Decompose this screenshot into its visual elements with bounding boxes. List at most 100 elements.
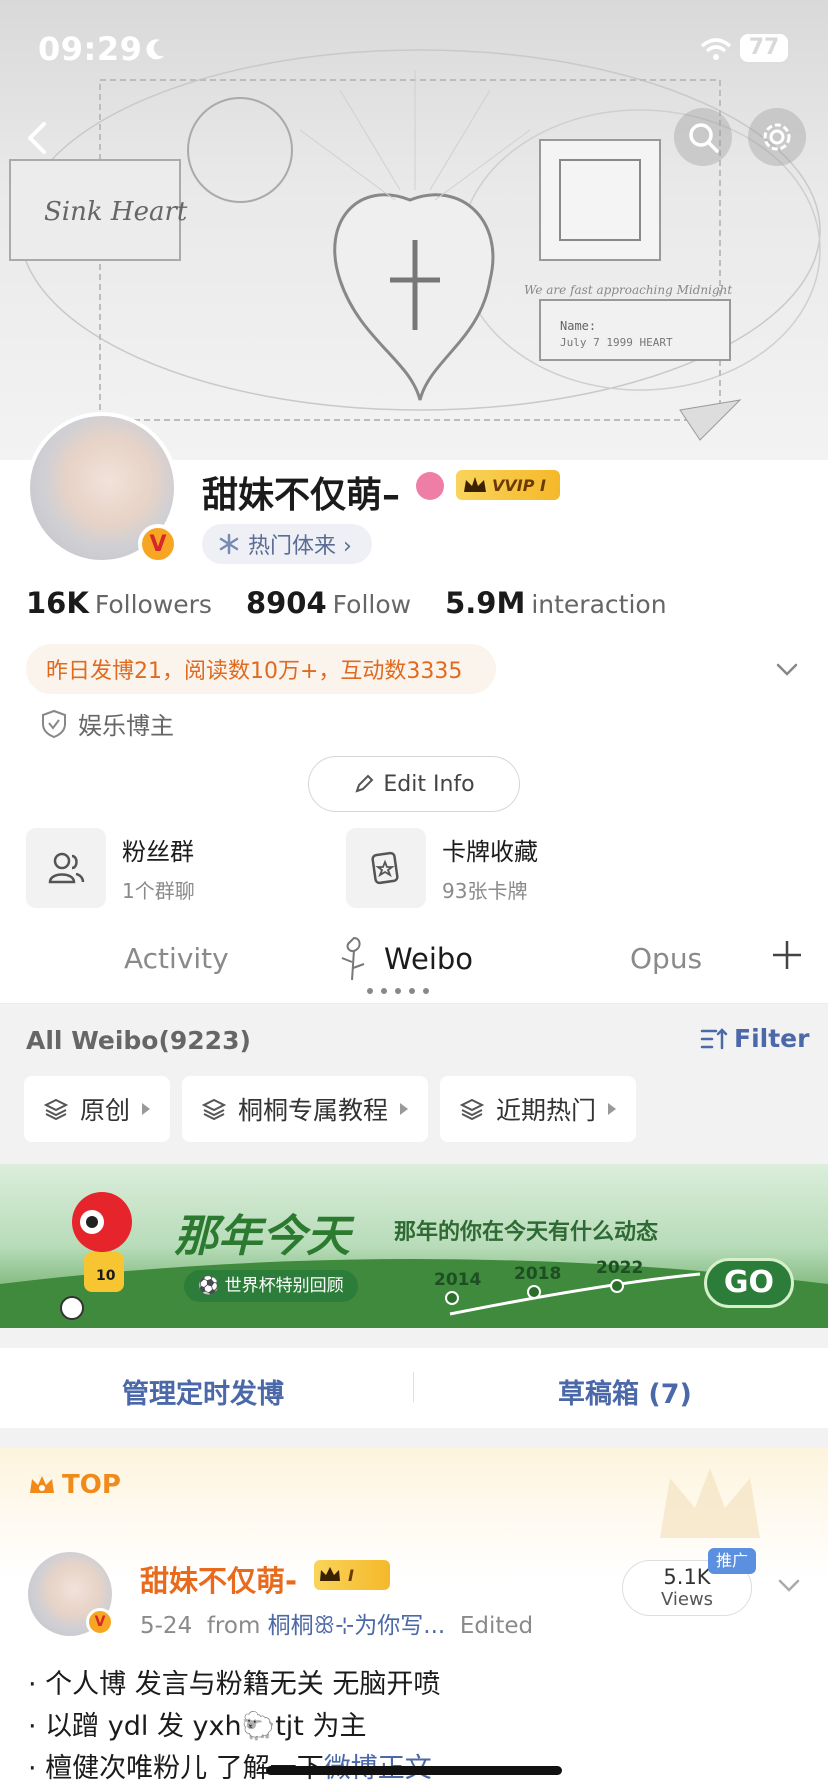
tab-activity[interactable]: Activity: [124, 942, 229, 975]
filter-button[interactable]: Filter: [700, 1024, 809, 1053]
author-vip-level: I: [348, 1565, 354, 1585]
stat-followers[interactable]: 16K Followers: [26, 586, 212, 620]
certification-label: 娱乐博主: [78, 712, 174, 740]
profile-stats: 16K Followers 8904 Follow 5.9M interaction: [26, 586, 667, 620]
card-collection-tile[interactable]: 卡牌收藏 93张卡牌: [346, 828, 606, 908]
hot-pill[interactable]: 热门体来 ›: [202, 524, 372, 564]
pinned-label-text: TOP: [62, 1470, 121, 1500]
tab-weibo[interactable]: Weibo: [384, 942, 473, 976]
snowflake-icon: [219, 533, 239, 555]
activity-summary[interactable]: 昨日发博21，阅读数10万+，互动数3335: [26, 644, 496, 694]
svg-text:Sink Heart: Sink Heart: [44, 197, 188, 227]
vvip-badge[interactable]: VVIP I: [456, 470, 560, 500]
year-2022: 2022: [596, 1258, 644, 1278]
author-vip-badge: I: [314, 1560, 390, 1590]
year-2014: 2014: [434, 1270, 482, 1290]
stat-value: 5.9M: [445, 586, 526, 620]
gear-icon: [763, 123, 791, 151]
filter-label: Filter: [734, 1024, 810, 1053]
crown-icon: [320, 1567, 340, 1581]
post-source[interactable]: 桐桐ꕥ⊹为你写...: [268, 1613, 446, 1639]
post-date: 5-24: [140, 1613, 193, 1639]
search-button[interactable]: [674, 108, 732, 166]
pinned-post[interactable]: TOP V 甜妹不仅萌- I 5-24 from 桐桐ꕥ⊹为你写... Edit…: [0, 1448, 828, 1792]
layers-icon: [44, 1098, 68, 1121]
chevron-down-icon[interactable]: [774, 1570, 804, 1600]
activity-summary-text: 昨日发博21，阅读数10万+，互动数3335: [46, 659, 463, 684]
post-text-line: · 个人博 发言与粉籍无关 无脑开喷: [28, 1669, 441, 1700]
banner-subtitle: 那年的你在今天有什么动态: [394, 1220, 659, 1245]
tile-title: 粉丝群: [122, 838, 194, 866]
search-icon: [689, 123, 719, 153]
post-author-name[interactable]: 甜妹不仅萌-: [140, 1558, 297, 1600]
verified-badge: V: [138, 524, 178, 564]
profile-cover: Sink Heart Name: July 7 1999 HEART We ar…: [0, 0, 828, 460]
manage-scheduled-button[interactable]: 管理定时发博: [122, 1372, 284, 1411]
stat-follow[interactable]: 8904 Follow: [246, 586, 411, 620]
stat-value: 8904: [245, 586, 327, 620]
verified-badge: V: [86, 1608, 114, 1636]
category-tutorial[interactable]: 桐桐专属教程: [182, 1076, 429, 1142]
stat-value: 16K: [26, 586, 89, 620]
section-gap: [0, 1328, 828, 1348]
category-original[interactable]: 原创: [24, 1076, 171, 1142]
crown-watermark-icon: [660, 1468, 760, 1538]
fan-group-tile[interactable]: 粉丝群 1个群聊: [26, 828, 286, 908]
schedule-draft-row: 管理定时发博 草稿箱 (7): [0, 1348, 828, 1428]
go-button[interactable]: GO: [704, 1258, 794, 1308]
section-gap: [0, 1428, 828, 1448]
play-arrow-icon: [142, 1103, 151, 1115]
drafts-button[interactable]: 草稿箱 (7): [558, 1372, 692, 1411]
post-meta: 5-24 from 桐桐ꕥ⊹为你写... Edited: [140, 1606, 533, 1640]
category-label: 桐桐专属教程: [238, 1096, 389, 1125]
status-bar: 09:29 77: [0, 0, 828, 100]
promote-badge[interactable]: 推广: [708, 1548, 757, 1574]
crown-icon: [30, 1476, 54, 1493]
on-this-day-banner[interactable]: 10 那年今天 那年的你在今天有什么动态 ⚽ 世界杯特别回顾 2014 2018…: [0, 1164, 828, 1328]
category-row: 原创 桐桐专属教程 近期热门: [24, 1076, 637, 1142]
group-icon: [48, 852, 85, 884]
pencil-icon: [355, 774, 374, 793]
certification: 娱乐博主: [40, 706, 174, 741]
divider: [413, 1372, 414, 1402]
layers-icon: [460, 1098, 485, 1121]
year-2018: 2018: [514, 1264, 562, 1284]
shield-icon: [42, 709, 66, 738]
svg-text:We are fast approaching Midnig: We are fast approaching Midnight: [524, 283, 732, 297]
pinned-label: TOP: [28, 1470, 121, 1500]
vvip-label: VVIP I: [492, 475, 546, 495]
profile-tiles: 粉丝群 1个群聊 卡牌收藏 93张卡牌: [26, 828, 606, 908]
category-trending[interactable]: 近期热门: [440, 1076, 637, 1142]
mascot-icon: 10: [60, 1192, 132, 1320]
play-arrow-icon: [608, 1103, 617, 1115]
back-arrow-icon[interactable]: [18, 118, 58, 158]
edit-info-button[interactable]: Edit Info: [308, 756, 520, 812]
card-icon: [371, 851, 399, 885]
stat-label: Follow: [332, 590, 412, 619]
crown-icon: [464, 477, 486, 492]
home-indicator: [266, 1766, 562, 1775]
profile-avatar[interactable]: V: [26, 412, 178, 564]
tile-title: 卡牌收藏: [442, 838, 538, 866]
hot-pill-label: 热门体来 ›: [248, 534, 352, 559]
all-weibo-count: All Weibo(9223): [26, 1026, 251, 1055]
tile-subtitle: 93张卡牌: [442, 879, 528, 903]
add-tab-icon[interactable]: [770, 938, 804, 972]
stat-interaction[interactable]: 5.9M interaction: [445, 586, 666, 620]
player-number: 10: [96, 1268, 116, 1284]
battery-indicator: 77: [740, 34, 788, 62]
layers-icon: [202, 1098, 227, 1121]
stat-label: Followers: [94, 590, 212, 619]
filter-icon: [700, 1027, 728, 1049]
chevron-down-icon[interactable]: [772, 654, 802, 684]
username: 甜妹不仅萌–: [202, 475, 401, 516]
stat-label: interaction: [531, 590, 667, 619]
wifi-icon: [700, 38, 732, 60]
views-label: Views: [660, 1589, 714, 1610]
category-label: 近期热门: [496, 1096, 597, 1125]
settings-button[interactable]: [748, 108, 806, 166]
tab-opus[interactable]: Opus: [630, 942, 702, 975]
svg-text:July 7 1999 HEART: July 7 1999 HEART: [560, 336, 673, 349]
edit-info-label: Edit Info: [383, 771, 475, 797]
play-arrow-icon: [400, 1103, 409, 1115]
